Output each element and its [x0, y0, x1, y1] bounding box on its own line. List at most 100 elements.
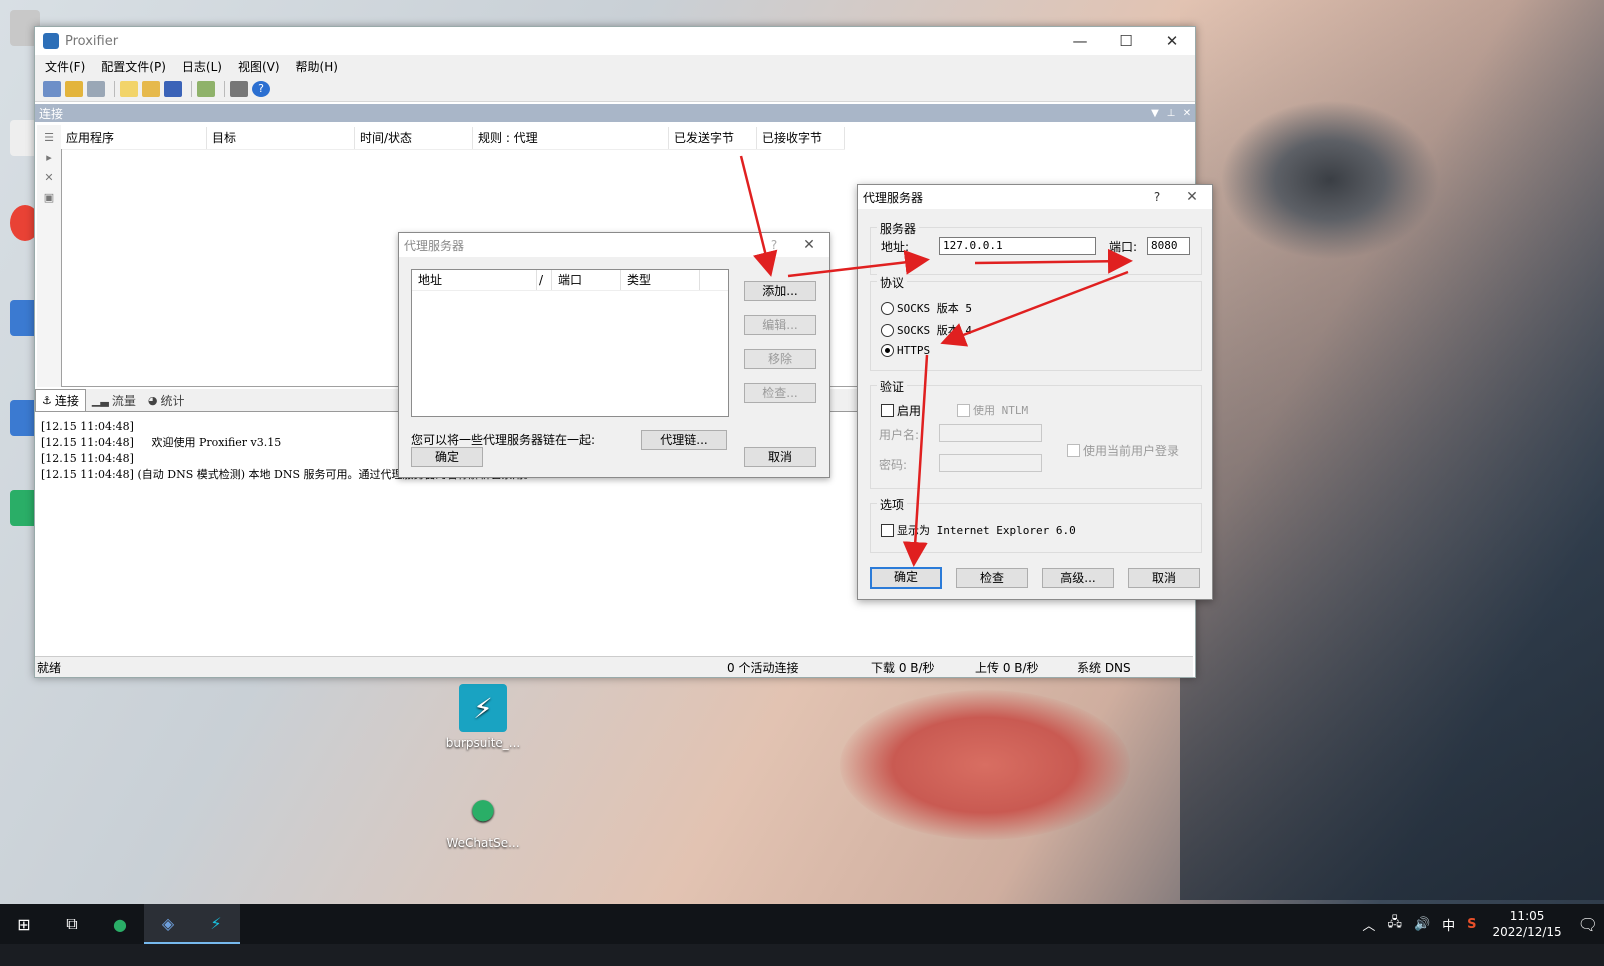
clock[interactable]: 11:05 2022/12/15: [1493, 908, 1562, 940]
col-address[interactable]: 地址: [412, 270, 537, 290]
proxy-list[interactable]: 地址 / 端口 类型: [411, 269, 729, 417]
dialog-title-bar[interactable]: 代理服务器 ? ✕: [399, 233, 829, 257]
menu-profile[interactable]: 配置文件(P): [101, 58, 166, 75]
menu-bar: 文件(F) 配置文件(P) 日志(L) 视图(V) 帮助(H): [35, 55, 1195, 77]
start-windows-icon[interactable]: ⊞: [0, 904, 48, 944]
desktop-icon-burpsuite[interactable]: ⚡ burpsuite_...: [443, 684, 523, 750]
col-type[interactable]: 类型: [621, 270, 700, 290]
radio-socks5[interactable]: SOCKS 版本 5: [881, 300, 972, 316]
menu-file[interactable]: 文件(F): [45, 58, 85, 75]
cancel-button[interactable]: 取消: [1128, 568, 1200, 588]
system-tray: ︿ 🖧 🔊 中 S 11:05 2022/12/15 🗨: [1356, 904, 1604, 944]
auth-group-label: 验证: [877, 378, 908, 395]
col-time-status[interactable]: 时间/状态: [355, 127, 473, 149]
panel-pin-icon[interactable]: ⊥: [1163, 108, 1179, 119]
proxy-chain-button[interactable]: 代理链...: [641, 430, 727, 450]
save-profile-icon[interactable]: [164, 81, 182, 97]
ime-indicator[interactable]: 中: [1442, 915, 1455, 934]
cancel-button[interactable]: 取消: [744, 447, 816, 467]
dialog-title-bar[interactable]: 代理服务器 ? ✕: [858, 185, 1212, 209]
menu-log[interactable]: 日志(L): [182, 58, 222, 75]
taskbar-wechat-icon[interactable]: ●: [96, 904, 144, 944]
open-profile-icon[interactable]: [142, 81, 160, 97]
kill-connection-icon[interactable]: ✕: [41, 171, 57, 185]
tab-connections[interactable]: ⚓ 连接: [35, 389, 86, 411]
remove-button[interactable]: 移除: [744, 349, 816, 369]
address-field[interactable]: 127.0.0.1: [939, 237, 1096, 255]
username-label: 用户名:: [879, 428, 920, 442]
close-button[interactable]: ✕: [1149, 32, 1195, 50]
col-port[interactable]: 端口: [552, 270, 621, 290]
clock-time: 11:05: [1509, 909, 1545, 923]
minimize-button[interactable]: —: [1057, 32, 1103, 50]
col-received[interactable]: 已接收字节: [757, 127, 845, 149]
tab-statistics[interactable]: ◕ 统计: [142, 389, 191, 411]
menu-help[interactable]: 帮助(H): [296, 58, 338, 75]
username-field[interactable]: [939, 424, 1042, 442]
enable-auth-checkbox[interactable]: 启用: [881, 402, 921, 419]
print-icon[interactable]: [230, 81, 248, 97]
col-sent[interactable]: 已发送字节: [669, 127, 757, 149]
taskbar-burpsuite-icon[interactable]: ⚡: [192, 904, 240, 944]
traffic-icon: ▁▃: [91, 393, 109, 407]
help-icon[interactable]: ?: [759, 238, 789, 252]
connections-header: 应用程序 目标 时间/状态 规则 : 代理 已发送字节 已接收字节: [61, 127, 845, 150]
proxy-servers-dialog: 代理服务器 ? ✕ 地址 / 端口 类型 添加... 编辑... 移除 检查..…: [398, 232, 830, 478]
col-target[interactable]: 目标: [207, 127, 355, 149]
wallpaper-lips: [840, 690, 1130, 840]
panel-dropdown-icon[interactable]: ▼: [1147, 108, 1163, 119]
checkbox-box: [881, 523, 894, 537]
rules-icon[interactable]: [65, 81, 83, 97]
new-profile-icon[interactable]: [120, 81, 138, 97]
radio-socks4[interactable]: SOCKS 版本 4: [881, 322, 972, 338]
use-current-user-checkbox[interactable]: 使用当前用户登录: [1067, 442, 1179, 459]
col-rule-proxy[interactable]: 规则 : 代理: [473, 127, 669, 149]
ok-button[interactable]: 确定: [411, 447, 483, 467]
ok-button[interactable]: 确定: [870, 567, 942, 589]
wallpaper-eye: [1220, 100, 1440, 260]
show-as-ie-checkbox[interactable]: 显示为 Internet Explorer 6.0: [881, 522, 1076, 538]
name-resolution-icon[interactable]: [87, 81, 105, 97]
tray-chevron-icon[interactable]: ︿: [1362, 915, 1375, 934]
port-field[interactable]: 8080: [1147, 237, 1190, 255]
check-button[interactable]: 检查: [956, 568, 1028, 588]
use-ntlm-checkbox[interactable]: 使用 NTLM: [957, 402, 1028, 418]
server-group: 服务器 地址: 127.0.0.1 端口: 8080: [870, 220, 1202, 275]
notification-icon[interactable]: 🗨: [1578, 915, 1598, 934]
close-icon[interactable]: ✕: [1172, 189, 1212, 205]
status-active-connections: 0 个活动连接: [727, 660, 799, 675]
side-toolbar: ☰ ▸ ✕ ▣: [37, 125, 61, 387]
maximize-button[interactable]: ☐: [1103, 32, 1149, 50]
checkbox-box: [881, 404, 894, 417]
network-icon[interactable]: 🖧: [1387, 913, 1402, 935]
taskbar-proxifier-icon[interactable]: ◈: [144, 904, 192, 944]
sogou-ime-icon[interactable]: S: [1467, 917, 1476, 932]
server-group-label: 服务器: [877, 220, 920, 237]
menu-view[interactable]: 视图(V): [238, 58, 280, 75]
advanced-button[interactable]: 高级...: [1042, 568, 1114, 588]
task-view-icon[interactable]: ⧉: [48, 904, 96, 944]
edit-button[interactable]: 编辑...: [744, 315, 816, 335]
radio-circle-selected: [881, 344, 894, 357]
checkbox-box: [957, 403, 970, 417]
export-icon[interactable]: [197, 81, 215, 97]
desktop-icon-label: WeChatSe...: [446, 836, 520, 850]
password-field[interactable]: [939, 454, 1042, 472]
expand-icon[interactable]: ▸: [41, 151, 57, 165]
col-application[interactable]: 应用程序: [61, 127, 207, 149]
connections-icon: ⚓: [42, 394, 52, 407]
proxy-servers-icon[interactable]: [43, 81, 61, 97]
desktop-icon-wechatsetup[interactable]: ● WeChatSe...: [443, 784, 523, 851]
volume-icon[interactable]: 🔊: [1414, 917, 1430, 932]
close-icon[interactable]: ✕: [789, 237, 829, 253]
title-bar[interactable]: Proxifier — ☐ ✕: [35, 27, 1195, 55]
radio-https[interactable]: HTTPS: [881, 344, 930, 357]
panel-close-icon[interactable]: ✕: [1179, 108, 1195, 119]
help-icon[interactable]: ?: [252, 81, 270, 97]
add-button[interactable]: 添加...: [744, 281, 816, 301]
tab-traffic[interactable]: ▁▃ 流量: [86, 389, 142, 411]
check-button[interactable]: 检查...: [744, 383, 816, 403]
filter-icon[interactable]: ▣: [41, 191, 57, 205]
details-icon[interactable]: ☰: [41, 131, 57, 145]
help-button[interactable]: ?: [1142, 190, 1172, 204]
